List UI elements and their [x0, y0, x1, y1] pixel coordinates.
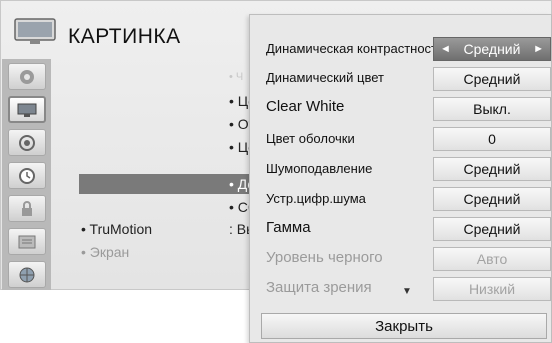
eye-care-label: Защита зрения: [266, 279, 372, 296]
dynamic-color-value[interactable]: Средний: [433, 67, 551, 91]
right-arrow-icon[interactable]: ►: [533, 43, 544, 55]
option-icon[interactable]: [8, 228, 46, 255]
lock-icon[interactable]: [8, 195, 46, 222]
sidebar: [2, 59, 51, 290]
list-item[interactable]: • Ч: [229, 71, 243, 83]
skin-color-value[interactable]: 0: [433, 127, 551, 151]
digital-noise-value[interactable]: Средний: [433, 187, 551, 211]
screen-icon[interactable]: [8, 96, 46, 123]
black-level-value: Авто: [433, 247, 551, 271]
eye-care-value: Низкий: [433, 277, 551, 301]
dynamic-contrast-label: Динамическая контрастность: [266, 41, 444, 56]
gamma-label: Гамма: [266, 219, 311, 236]
list-selection-highlight[interactable]: [79, 174, 254, 194]
gamma-value[interactable]: Средний: [433, 217, 551, 241]
dynamic-contrast-value-text: Средний: [463, 41, 521, 57]
network-icon[interactable]: [8, 261, 46, 288]
clear-white-value[interactable]: Выкл.: [433, 97, 551, 121]
digital-noise-label: Устр.цифр.шума: [266, 191, 366, 206]
skin-color-label: Цвет оболочки: [266, 131, 355, 146]
picture-icon[interactable]: [8, 63, 46, 90]
screen-label[interactable]: • Экран: [81, 244, 129, 260]
left-arrow-icon[interactable]: ◄: [440, 43, 451, 55]
tv-icon: [14, 18, 56, 44]
advanced-picture-popup: Динамическая контрастность ◄ Средний ► Д…: [249, 14, 552, 343]
black-level-label: Уровень черного: [266, 249, 383, 266]
noise-reduction-label: Шумоподавление: [266, 161, 373, 176]
menu-title: КАРТИНКА: [68, 25, 181, 48]
audio-icon[interactable]: [8, 129, 46, 156]
noise-reduction-value[interactable]: Средний: [433, 157, 551, 181]
dynamic-color-label: Динамический цвет: [266, 70, 384, 85]
trumotion-label[interactable]: • TruMotion: [81, 221, 152, 237]
time-icon[interactable]: [8, 162, 46, 189]
scroll-down-icon[interactable]: ▼: [402, 286, 412, 297]
close-button[interactable]: Закрыть: [261, 313, 547, 339]
dynamic-contrast-value[interactable]: ◄ Средний ►: [433, 37, 551, 61]
clear-white-label: Clear White: [266, 98, 345, 115]
